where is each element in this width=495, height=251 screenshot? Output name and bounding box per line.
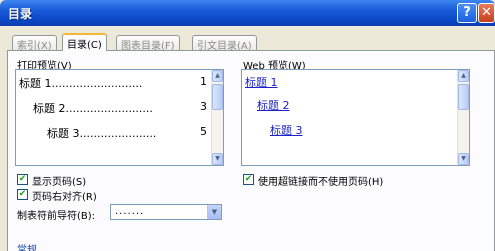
- use-hyperlinks-checkbox[interactable]: ✔: [243, 174, 254, 185]
- web-link-2[interactable]: 标题 2: [257, 97, 290, 113]
- toc-entry-3-text: 标题 3: [47, 127, 80, 140]
- toc-entry-3-dots: ......................: [79, 127, 157, 140]
- print-preview-scrollbar[interactable]: ▲ ▼: [211, 70, 223, 165]
- tab-index[interactable]: 索引(X): [12, 35, 57, 52]
- show-page-numbers-checkbox[interactable]: ✔: [17, 174, 28, 185]
- scroll-down-icon[interactable]: ▼: [212, 153, 223, 165]
- scroll-down-icon[interactable]: ▼: [458, 153, 469, 165]
- toc-entry-1-page: 1: [200, 75, 207, 88]
- window-title: 目录: [8, 7, 33, 21]
- tab-authorities[interactable]: 引文目录(A): [192, 35, 257, 52]
- use-hyperlinks-label: 使用超链接而不使用页码(H): [258, 177, 384, 188]
- tab-leader-label: 制表符前导符(B):: [17, 211, 96, 222]
- toc-entry-1: 标题 1..........................: [19, 75, 142, 91]
- close-button[interactable]: ✕: [478, 3, 495, 23]
- show-page-numbers-label: 显示页码(S): [32, 177, 87, 188]
- scroll-up-icon[interactable]: ▲: [212, 70, 223, 82]
- toc-entry-3: 标题 3......................: [47, 125, 156, 141]
- title-bar: 目录 ? ✕: [0, 0, 495, 26]
- web-preview-scrollbar[interactable]: ▲ ▼: [457, 70, 469, 165]
- web-preview-box: 标题 1 标题 2 标题 3 ▲ ▼: [241, 69, 470, 166]
- toc-entry-2-page: 3: [200, 100, 207, 113]
- toc-entry-1-dots: ..........................: [51, 77, 143, 90]
- print-preview-box: 标题 1.......................... 1 标题 2...…: [15, 69, 224, 166]
- toc-entry-1-text: 标题 1: [19, 77, 52, 90]
- web-link-3[interactable]: 标题 3: [270, 122, 303, 138]
- tab-leader-select[interactable]: ....... ▼: [110, 204, 222, 220]
- tab-figures[interactable]: 图表目录(F): [116, 35, 180, 52]
- toc-entry-2-text: 标题 2: [33, 102, 66, 115]
- right-align-checkbox[interactable]: ✔: [17, 189, 28, 200]
- toc-entry-2: 标题 2.........................: [33, 100, 153, 116]
- tab-leader-value: .......: [115, 206, 145, 217]
- toc-entry-2-dots: .........................: [65, 102, 153, 115]
- web-link-1[interactable]: 标题 1: [245, 74, 278, 90]
- scroll-thumb[interactable]: [212, 84, 223, 110]
- help-button[interactable]: ?: [457, 3, 477, 23]
- right-align-label: 页码右对齐(R): [32, 192, 97, 203]
- scroll-thumb[interactable]: [458, 84, 469, 110]
- scroll-up-icon[interactable]: ▲: [458, 70, 469, 82]
- general-section-label: 常规: [17, 245, 37, 251]
- toc-entry-3-page: 5: [200, 125, 207, 138]
- chevron-down-icon[interactable]: ▼: [207, 205, 221, 219]
- tab-toc[interactable]: 目录(C): [62, 33, 107, 51]
